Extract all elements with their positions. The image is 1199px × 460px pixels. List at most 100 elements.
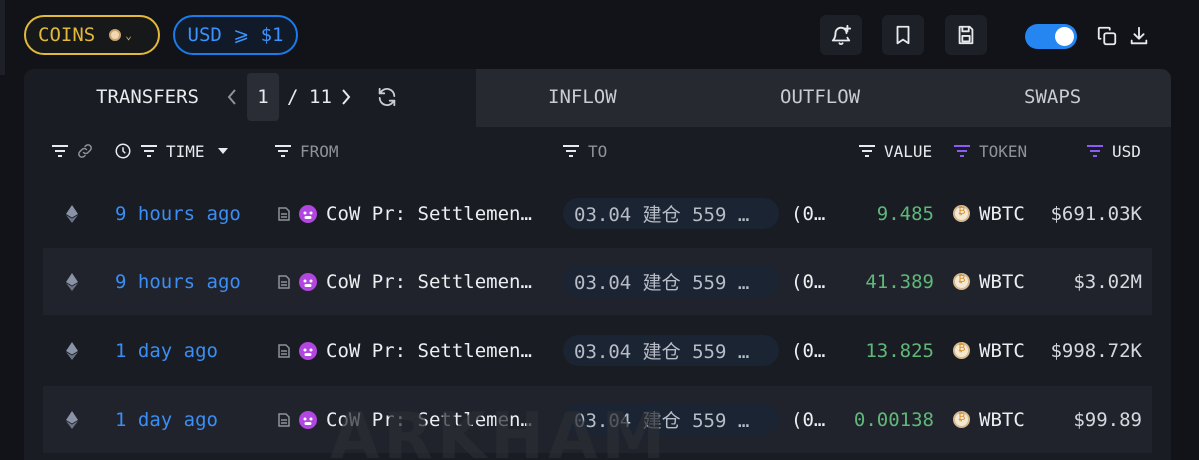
tab-inflow[interactable]: INFLOW	[548, 86, 617, 108]
row-time[interactable]: 9 hours ago	[115, 180, 241, 247]
row-to-address[interactable]: (0…	[791, 180, 825, 247]
column-usd-label: USD	[1112, 141, 1141, 161]
page-separator: /	[287, 86, 299, 108]
view-toggle[interactable]	[1025, 24, 1077, 49]
chevron-left-icon	[227, 89, 236, 105]
column-from[interactable]: FROM	[274, 140, 339, 162]
ethereum-icon	[66, 248, 78, 315]
bookmark-button[interactable]	[882, 15, 924, 55]
bitcoin-icon	[953, 205, 970, 222]
page-input[interactable]: 1	[247, 73, 279, 121]
column-time-label: TIME	[166, 141, 205, 161]
filter-all-button[interactable]	[51, 140, 69, 162]
copy-icon	[1097, 26, 1117, 46]
page-current: 1	[257, 86, 269, 108]
column-value[interactable]: VALUE	[858, 140, 932, 162]
table-row[interactable]: 9 hours ago CoW Pr: Settlemen… 03.04 建仓 …	[43, 248, 1152, 315]
contract-icon	[278, 180, 290, 247]
column-time[interactable]: TIME	[114, 140, 229, 162]
refresh-icon	[378, 87, 396, 107]
chevron-down-icon: ⌄	[125, 28, 132, 42]
filter-icon[interactable]	[1086, 144, 1104, 158]
refresh-button[interactable]	[376, 86, 400, 110]
clock-icon	[115, 143, 131, 159]
row-to-address[interactable]: (0…	[791, 317, 825, 384]
row-to[interactable]: 03.04 建仓 559 …	[563, 266, 779, 297]
copy-button[interactable]	[1095, 24, 1119, 48]
row-time[interactable]: 1 day ago	[115, 386, 218, 453]
tab-outflow[interactable]: OUTFLOW	[780, 86, 860, 108]
row-token[interactable]: WBTC	[953, 248, 1025, 315]
bell-plus-icon	[831, 24, 852, 46]
tab-swaps[interactable]: SWAPS	[1024, 86, 1081, 108]
contract-icon	[278, 317, 290, 384]
link-filter-button[interactable]	[76, 140, 94, 162]
chevron-right-icon	[342, 89, 351, 105]
cow-protocol-icon	[299, 386, 317, 453]
row-token[interactable]: WBTC	[953, 386, 1025, 453]
ethereum-icon	[66, 180, 78, 247]
bitcoin-icon	[953, 273, 970, 290]
tab-group: INFLOW OUTFLOW SWAPS	[476, 69, 1171, 127]
usd-filter-button[interactable]: USD ⩾ $1	[173, 15, 298, 55]
sort-desc-icon[interactable]	[217, 147, 229, 155]
tab-transfers[interactable]: TRANSFERS 1 / 11	[24, 69, 476, 127]
filter-icon[interactable]	[562, 144, 580, 158]
column-usd[interactable]: USD	[1086, 140, 1141, 162]
download-button[interactable]	[1127, 24, 1151, 48]
page-total: 11	[309, 86, 332, 108]
alert-button[interactable]	[820, 15, 862, 55]
filter-icon[interactable]	[274, 144, 292, 158]
cow-protocol-icon	[299, 317, 317, 384]
table-row[interactable]: 9 hours ago CoW Pr: Settlemen… 03.04 建仓 …	[43, 180, 1152, 247]
next-page-button[interactable]	[338, 86, 354, 108]
row-value: 0.00138	[853, 408, 934, 431]
row-time[interactable]: 9 hours ago	[115, 248, 241, 315]
contract-icon	[278, 386, 290, 453]
tab-bar: TRANSFERS 1 / 11 INFLOW OUTFLOW SWAPS	[24, 69, 1171, 127]
filter-icon[interactable]	[858, 144, 876, 158]
row-value: 13.825	[865, 339, 934, 362]
row-to[interactable]: 03.04 建仓 559 …	[563, 335, 779, 366]
filter-icon[interactable]	[140, 144, 158, 158]
download-icon	[1130, 26, 1148, 45]
row-token-label: WBTC	[979, 408, 1025, 431]
row-from[interactable]: CoW Pr: Settlemen…	[326, 248, 532, 315]
row-to-address[interactable]: (0…	[791, 386, 825, 453]
ethereum-icon	[66, 386, 78, 453]
row-usd: $691.03K	[1050, 202, 1142, 225]
save-icon	[958, 25, 974, 45]
prev-page-button[interactable]	[224, 86, 240, 108]
row-usd: $99.89	[1073, 408, 1142, 431]
ethereum-icon	[66, 317, 78, 384]
coins-filter-button[interactable]: COINS ⌄	[24, 15, 160, 55]
row-token[interactable]: WBTC	[953, 180, 1025, 247]
column-to-label: TO	[588, 141, 608, 161]
column-from-label: FROM	[300, 141, 339, 161]
row-from[interactable]: CoW Pr: Settlemen…	[326, 180, 532, 247]
column-to[interactable]: TO	[562, 140, 607, 162]
arkham-watermark: ARKHAM	[330, 400, 670, 460]
bitcoin-icon	[953, 342, 970, 359]
filter-icon	[52, 145, 68, 157]
row-token-label: WBTC	[979, 202, 1025, 225]
column-token-label: TOKEN	[979, 141, 1028, 161]
toggle-knob	[1055, 27, 1074, 46]
row-time[interactable]: 1 day ago	[115, 317, 218, 384]
link-icon	[78, 144, 92, 158]
table-row[interactable]: 1 day ago CoW Pr: Settlemen… 03.04 建仓 55…	[43, 317, 1152, 384]
row-usd: $998.72K	[1050, 339, 1142, 362]
column-token[interactable]: TOKEN	[953, 140, 1027, 162]
row-token-label: WBTC	[979, 270, 1025, 293]
row-to[interactable]: 03.04 建仓 559 …	[563, 198, 779, 229]
bookmark-icon	[896, 25, 910, 45]
row-token-label: WBTC	[979, 339, 1025, 362]
row-token[interactable]: WBTC	[953, 317, 1025, 384]
row-to-address[interactable]: (0…	[791, 248, 825, 315]
column-value-label: VALUE	[884, 141, 933, 161]
row-value: 41.389	[865, 270, 934, 293]
filter-icon[interactable]	[953, 144, 971, 158]
usd-filter-label: USD ⩾ $1	[187, 24, 284, 46]
row-from[interactable]: CoW Pr: Settlemen…	[326, 317, 532, 384]
save-button[interactable]	[945, 15, 987, 55]
